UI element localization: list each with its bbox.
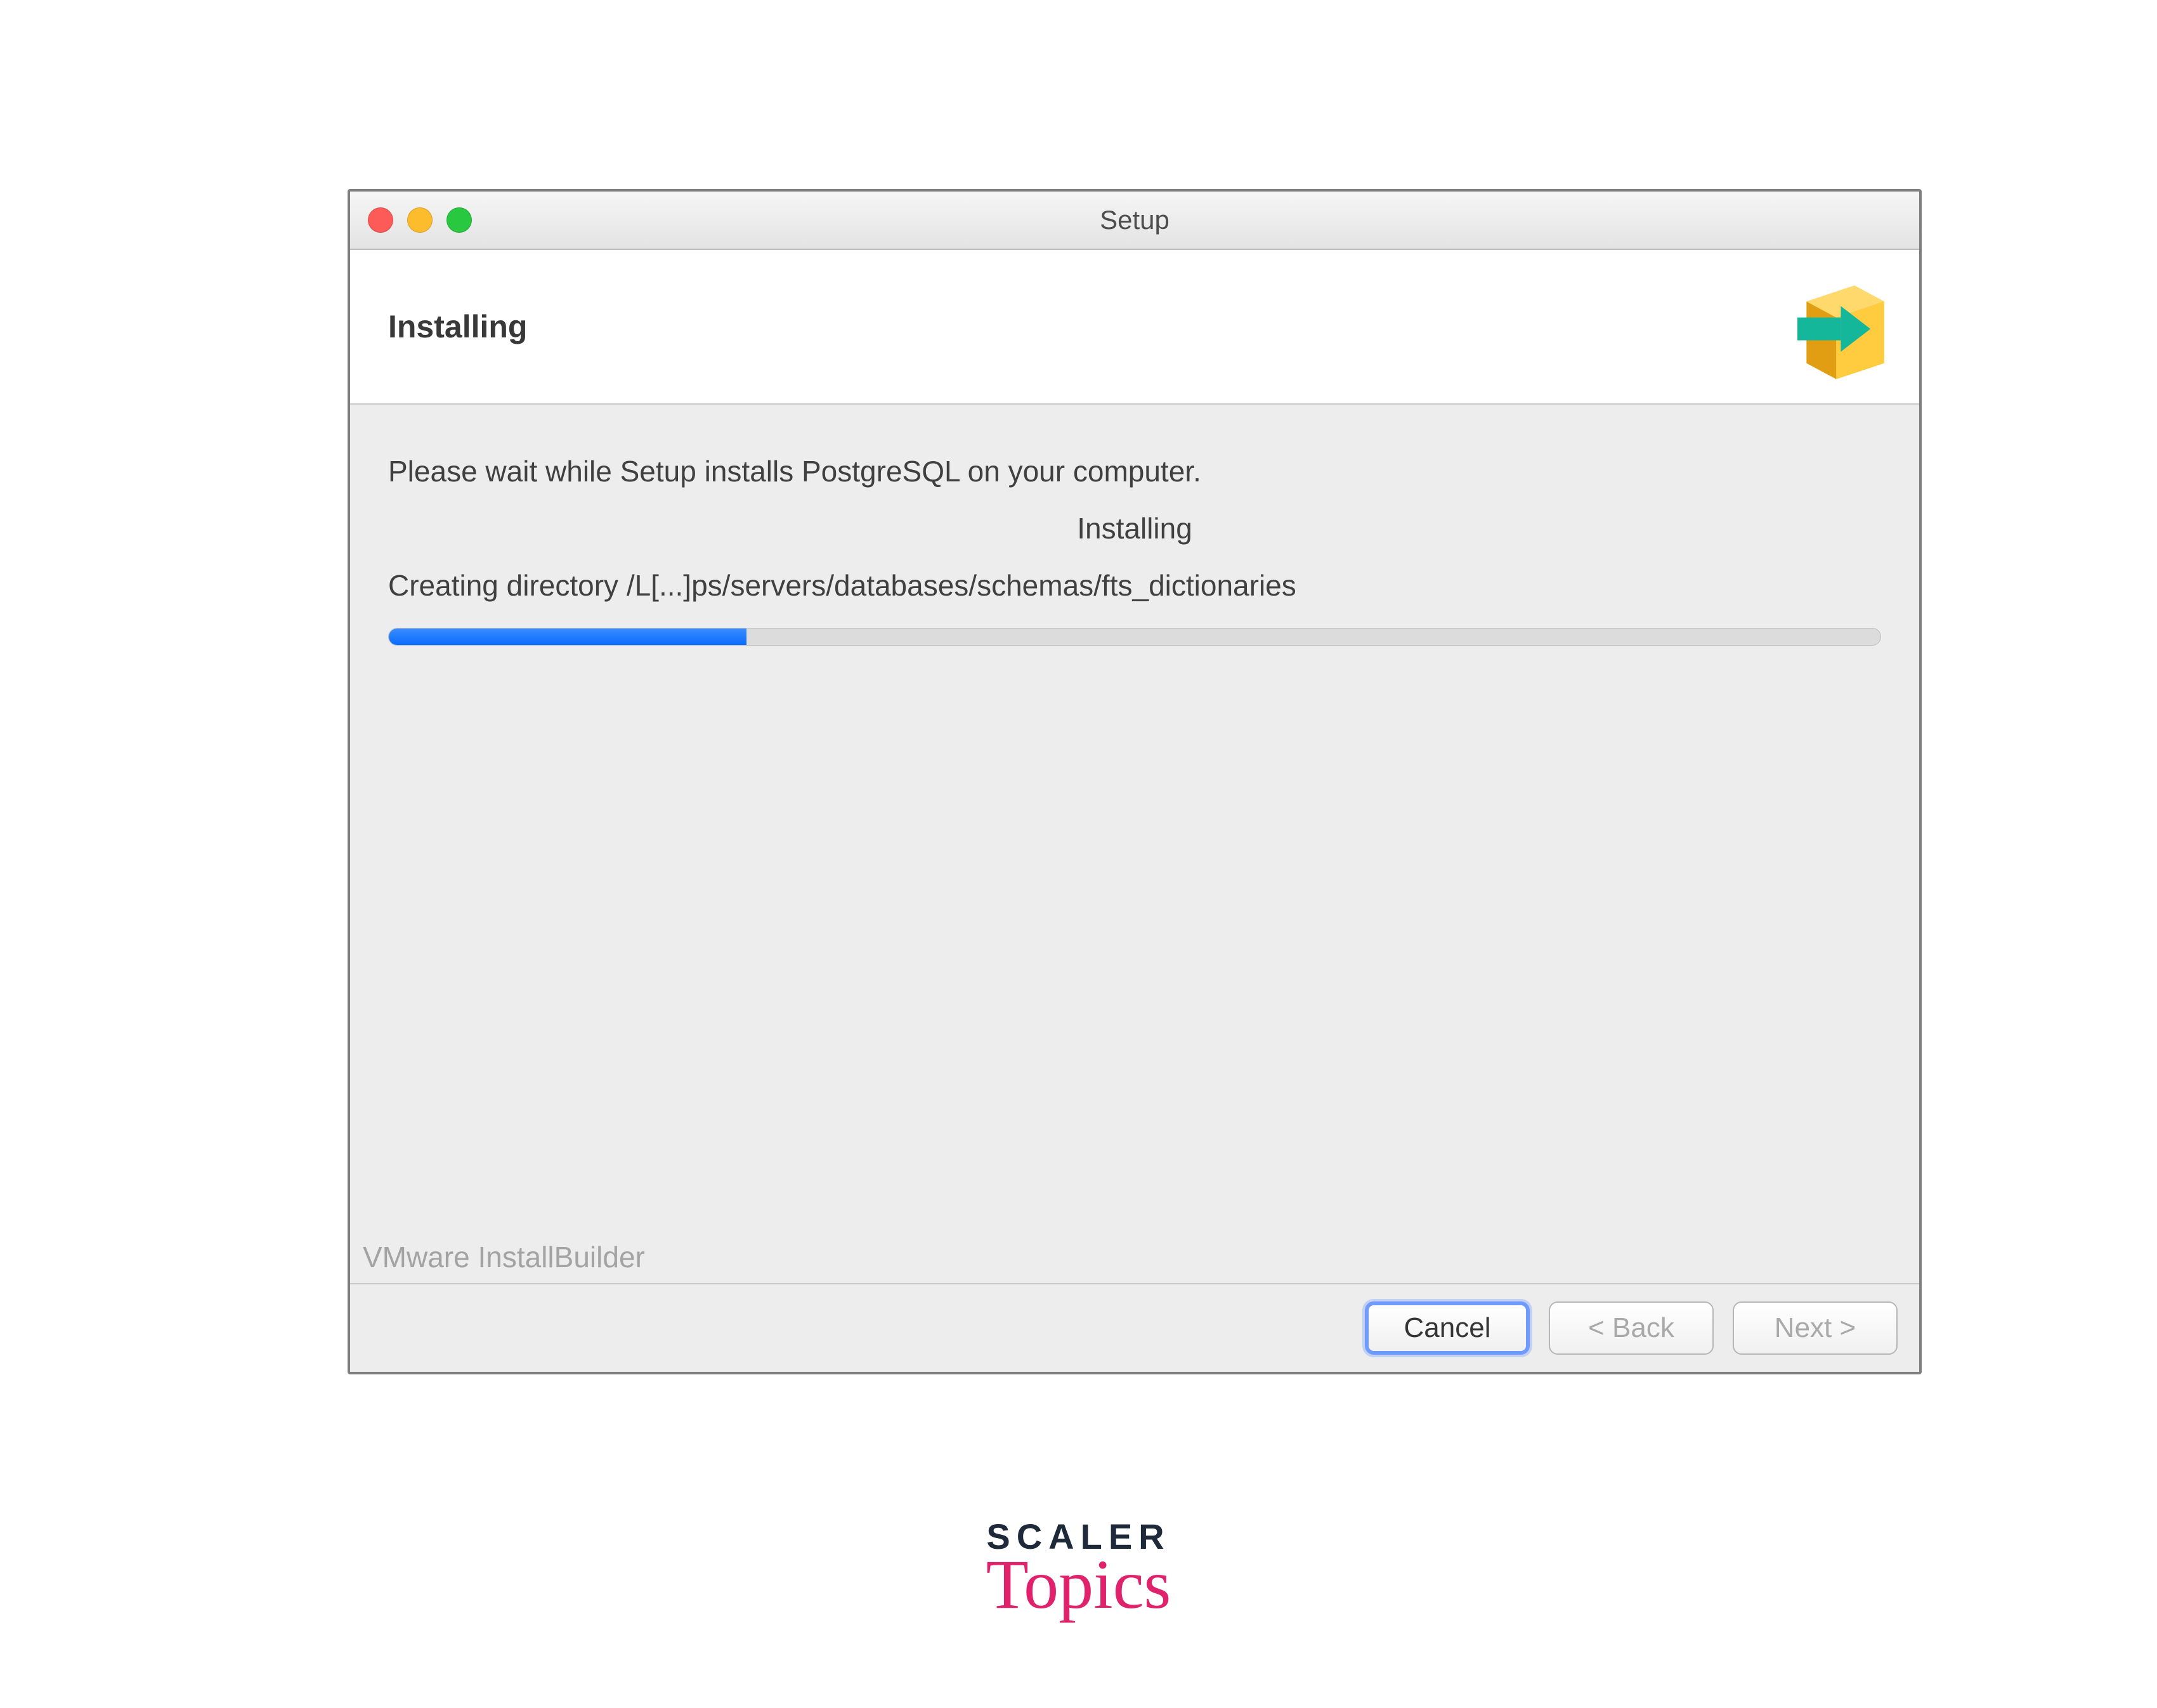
page-title: Installing	[388, 308, 527, 345]
progress-bar	[388, 628, 1881, 646]
window-controls	[368, 207, 472, 233]
titlebar: Setup	[350, 192, 1919, 250]
vendor-label: VMware InstallBuilder	[363, 1240, 645, 1274]
progress-fill	[389, 629, 746, 645]
footer: Cancel < Back Next >	[350, 1283, 1919, 1372]
cancel-button[interactable]: Cancel	[1365, 1301, 1530, 1355]
watermark: SCALER Topics	[986, 1516, 1171, 1625]
status-text: Creating directory /L[...]ps/servers/dat…	[388, 568, 1881, 603]
back-button: < Back	[1549, 1301, 1714, 1355]
next-button: Next >	[1733, 1301, 1898, 1355]
setup-window: Setup Installing Please wait while Setup…	[348, 189, 1922, 1374]
zoom-icon[interactable]	[446, 207, 472, 233]
header: Installing	[350, 250, 1919, 405]
package-arrow-icon	[1786, 270, 1900, 384]
wait-message: Please wait while Setup installs Postgre…	[388, 454, 1881, 488]
body: Please wait while Setup installs Postgre…	[350, 405, 1919, 1283]
close-icon[interactable]	[368, 207, 393, 233]
minimize-icon[interactable]	[407, 207, 433, 233]
stage-label: Installing	[388, 511, 1881, 545]
watermark-line2: Topics	[986, 1544, 1171, 1625]
window-title: Setup	[1100, 205, 1170, 235]
